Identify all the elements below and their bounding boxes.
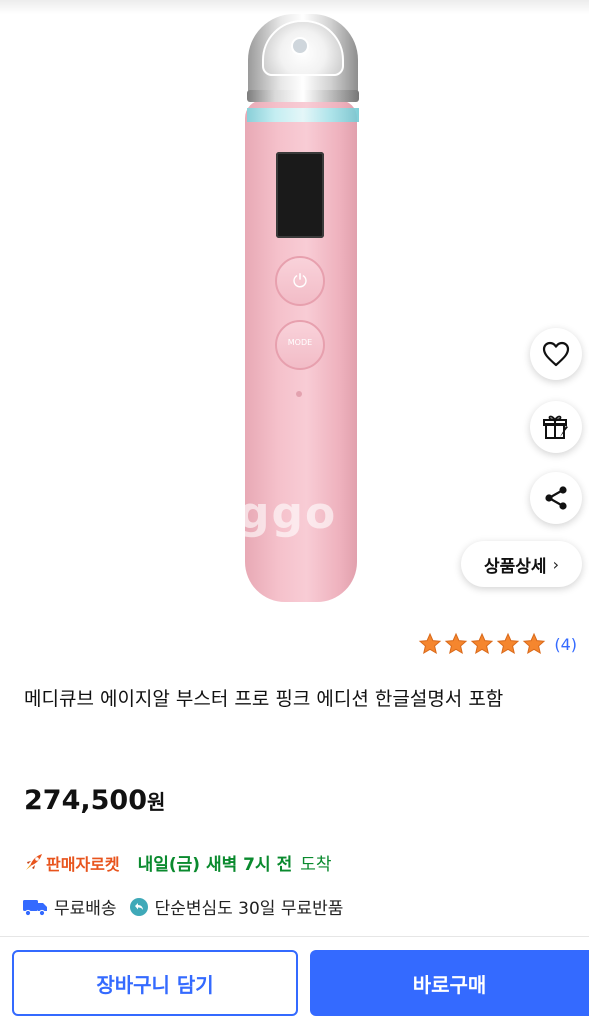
shipping-info: 무료배송 단순변심도 30일 무료반품 xyxy=(22,894,343,919)
star-icon xyxy=(419,632,442,655)
wishlist-button[interactable] xyxy=(530,328,582,380)
free-return-label: 단순변심도 30일 무료반품 xyxy=(154,899,344,919)
device-indicator-dot xyxy=(296,391,302,397)
star-icon xyxy=(497,632,520,655)
arrival-time: 내일(금) 새벽 7시 전 xyxy=(137,855,293,875)
device-display xyxy=(276,152,324,238)
top-edge-shadow xyxy=(0,0,589,14)
gift-button[interactable] xyxy=(530,401,582,453)
price-amount: 274,500 xyxy=(24,785,147,816)
device-led-ring xyxy=(247,108,359,122)
product-title: 메디큐브 에이지알 부스터 프로 핑크 에디션 한글설명서 포함 xyxy=(24,688,504,710)
arrival-suffix: 도착 xyxy=(300,855,332,875)
product-detail-label: 상품상세 xyxy=(484,556,547,577)
delivery-info: 판매자로켓 내일(금) 새벽 7시 전 도착 xyxy=(22,850,332,875)
free-shipping: 무료배송 xyxy=(22,894,117,919)
rocket-icon xyxy=(26,853,42,870)
power-icon: ⏻ xyxy=(292,271,308,292)
device-chrome-ring xyxy=(247,90,359,102)
star-icon xyxy=(523,632,546,655)
star-icon xyxy=(471,632,494,655)
rocket-badge: 판매자로켓 xyxy=(22,851,120,875)
price: 274,500 원 xyxy=(24,785,165,816)
free-return: 단순변심도 30일 무료반품 xyxy=(129,894,344,919)
truck-icon xyxy=(23,899,47,916)
device-mode-label: MODE xyxy=(287,338,313,347)
product-image-area[interactable]: ⏻ MODE ggo xyxy=(0,0,589,625)
share-button[interactable] xyxy=(530,472,582,524)
free-shipping-label: 무료배송 xyxy=(54,899,117,919)
gift-icon xyxy=(543,415,568,439)
chevron-right-icon: › xyxy=(552,554,559,574)
device-nozzle xyxy=(291,37,309,55)
rocket-label: 판매자로켓 xyxy=(46,854,120,874)
return-icon xyxy=(129,897,148,916)
share-icon xyxy=(545,486,567,510)
buy-now-button[interactable]: 바로구매 xyxy=(310,950,589,1016)
rating-summary[interactable]: (4) xyxy=(418,632,577,656)
product-detail-button[interactable]: 상품상세 › xyxy=(461,541,582,587)
review-count[interactable]: (4) xyxy=(554,635,577,654)
watermark: ggo xyxy=(238,488,338,539)
star-icon xyxy=(445,632,468,655)
price-currency: 원 xyxy=(146,790,166,814)
heart-icon xyxy=(542,341,570,367)
add-to-cart-button[interactable]: 장바구니 담기 xyxy=(12,950,298,1016)
